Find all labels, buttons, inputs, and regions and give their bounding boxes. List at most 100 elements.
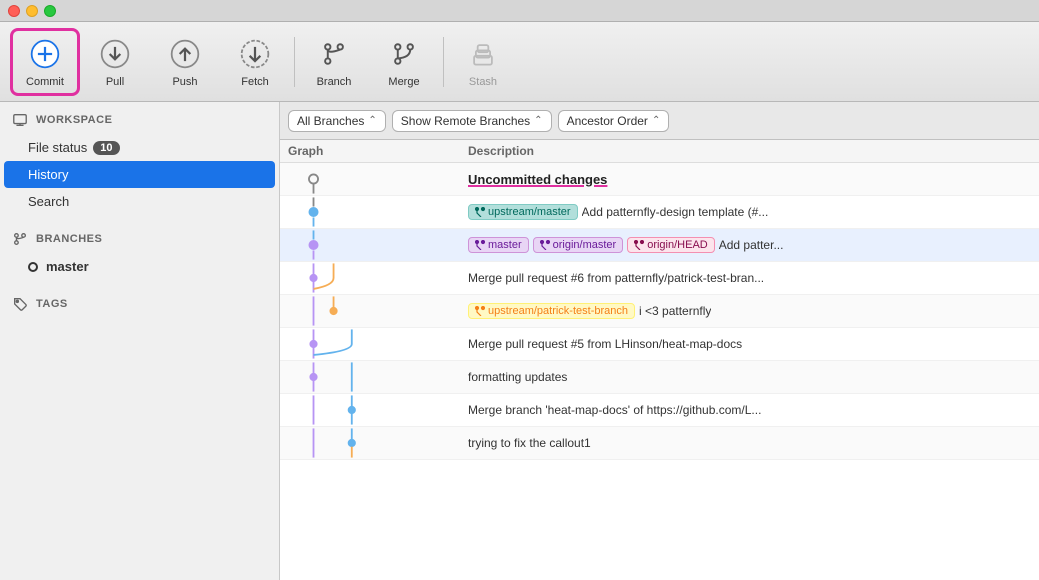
table-row[interactable]: Merge pull request #5 from LHinson/heat-…: [280, 328, 1039, 361]
toolbar: Commit Pull Push: [0, 22, 1039, 102]
graph-cell-8: [280, 427, 460, 459]
graph-cell-6: [280, 361, 460, 393]
commit-text-7: Merge branch 'heat-map-docs' of https://…: [468, 403, 761, 417]
show-remote-dropdown[interactable]: Show Remote Branches ⌃: [392, 110, 552, 132]
merge-label: Merge: [388, 76, 419, 88]
history-label: History: [28, 167, 68, 182]
graph-svg-5: [288, 328, 452, 360]
branch-tag-origin-head: origin/HEAD: [627, 237, 715, 253]
graph-svg-1: [288, 196, 452, 228]
col-desc-header: Description: [460, 144, 1039, 158]
table-row[interactable]: Merge pull request #6 from patternfly/pa…: [280, 262, 1039, 295]
search-label: Search: [28, 194, 69, 209]
branch-tag-upstream-master: upstream/master: [468, 204, 578, 220]
sidebar-item-master[interactable]: master: [0, 253, 279, 280]
desc-cell-3: Merge pull request #6 from patternfly/pa…: [460, 267, 1039, 289]
push-icon: [167, 36, 203, 72]
table-row[interactable]: formatting updates: [280, 361, 1039, 394]
master-dot: [28, 262, 38, 272]
graph-cell-7: [280, 394, 460, 426]
main-layout: WORKSPACE File status 10 History Search …: [0, 102, 1039, 580]
branch-icon: [316, 36, 352, 72]
graph-cell-5: [280, 328, 460, 360]
content-area: All Branches ⌃ Show Remote Branches ⌃ An…: [280, 102, 1039, 580]
tags-section-header: TAGS: [0, 286, 279, 318]
tags-icon: [12, 296, 28, 312]
graph-svg-7: [288, 394, 452, 426]
table-row[interactable]: upstream/patrick-test-branch i <3 patter…: [280, 295, 1039, 328]
pull-icon: [97, 36, 133, 72]
pull-label: Pull: [106, 76, 124, 88]
sidebar-item-search[interactable]: Search: [0, 188, 279, 215]
graph-cell-0: [280, 163, 460, 195]
graph-cell-4: [280, 295, 460, 327]
commit-text-4: i <3 patternfly: [639, 304, 711, 318]
fetch-label: Fetch: [241, 76, 269, 88]
desc-cell-5: Merge pull request #5 from LHinson/heat-…: [460, 333, 1039, 355]
all-branches-chevron: ⌃: [368, 115, 376, 126]
push-label: Push: [172, 76, 197, 88]
graph-svg-2: [288, 229, 452, 261]
merge-icon: [386, 36, 422, 72]
commit-text-1: Add patternfly-design template (#...: [582, 205, 769, 219]
sidebar: WORKSPACE File status 10 History Search …: [0, 102, 280, 580]
desc-cell-6: formatting updates: [460, 366, 1039, 388]
ancestor-order-chevron: ⌃: [652, 115, 660, 126]
commit-text-5: Merge pull request #5 from LHinson/heat-…: [468, 337, 742, 351]
workspace-section-header: WORKSPACE: [0, 102, 279, 134]
file-status-label: File status: [28, 140, 87, 155]
show-remote-label: Show Remote Branches: [401, 114, 530, 128]
graph-cell-1: [280, 196, 460, 228]
commit-text-8: trying to fix the callout1: [468, 436, 591, 450]
tags-label: TAGS: [36, 298, 68, 310]
table-row[interactable]: trying to fix the callout1: [280, 427, 1039, 460]
ancestor-order-dropdown[interactable]: Ancestor Order ⌃: [558, 110, 670, 132]
file-status-badge: 10: [93, 141, 119, 155]
commit-button[interactable]: Commit: [10, 28, 80, 96]
stash-label: Stash: [469, 76, 497, 88]
title-bar: [0, 0, 1039, 22]
branch-button[interactable]: Branch: [299, 28, 369, 96]
table-row[interactable]: Uncommitted changes: [280, 163, 1039, 196]
branch-tag-upstream-patrick: upstream/patrick-test-branch: [468, 303, 635, 319]
table-row[interactable]: Merge branch 'heat-map-docs' of https://…: [280, 394, 1039, 427]
minimize-button[interactable]: [26, 5, 38, 17]
history-table: Graph Description Uncommitted changes: [280, 140, 1039, 580]
graph-svg-6: [288, 361, 452, 393]
toolbar-divider-1: [294, 37, 295, 87]
maximize-button[interactable]: [44, 5, 56, 17]
desc-cell-8: trying to fix the callout1: [460, 432, 1039, 454]
graph-svg-4: [288, 295, 452, 327]
filter-bar: All Branches ⌃ Show Remote Branches ⌃ An…: [280, 102, 1039, 140]
history-header: Graph Description: [280, 140, 1039, 163]
merge-button[interactable]: Merge: [369, 28, 439, 96]
close-button[interactable]: [8, 5, 20, 17]
master-label: master: [46, 259, 89, 274]
branches-section-header: BRANCHES: [0, 221, 279, 253]
ancestor-order-label: Ancestor Order: [567, 114, 648, 128]
desc-cell-4: upstream/patrick-test-branch i <3 patter…: [460, 299, 1039, 323]
push-button[interactable]: Push: [150, 28, 220, 96]
commit-icon: [27, 36, 63, 72]
all-branches-label: All Branches: [297, 114, 364, 128]
sidebar-item-history[interactable]: History: [4, 161, 275, 188]
col-graph-header: Graph: [280, 144, 460, 158]
pull-button[interactable]: Pull: [80, 28, 150, 96]
show-remote-chevron: ⌃: [534, 115, 542, 126]
graph-cell-2: [280, 229, 460, 261]
branch-tag-master: master: [468, 237, 529, 253]
workspace-icon: [12, 112, 28, 128]
commit-text-2: Add patter...: [719, 238, 784, 252]
sidebar-item-file-status[interactable]: File status 10: [0, 134, 279, 161]
table-row[interactable]: master origin/master origin/HEAD Add pat…: [280, 229, 1039, 262]
fetch-icon: [237, 36, 273, 72]
table-row[interactable]: upstream/master Add patternfly-design te…: [280, 196, 1039, 229]
graph-svg-8: [288, 427, 452, 459]
fetch-button[interactable]: Fetch: [220, 28, 290, 96]
desc-cell-7: Merge branch 'heat-map-docs' of https://…: [460, 399, 1039, 421]
stash-button[interactable]: Stash: [448, 28, 518, 96]
branches-label: BRANCHES: [36, 233, 102, 245]
desc-cell-0: Uncommitted changes: [460, 168, 1039, 191]
stash-icon: [465, 36, 501, 72]
all-branches-dropdown[interactable]: All Branches ⌃: [288, 110, 386, 132]
